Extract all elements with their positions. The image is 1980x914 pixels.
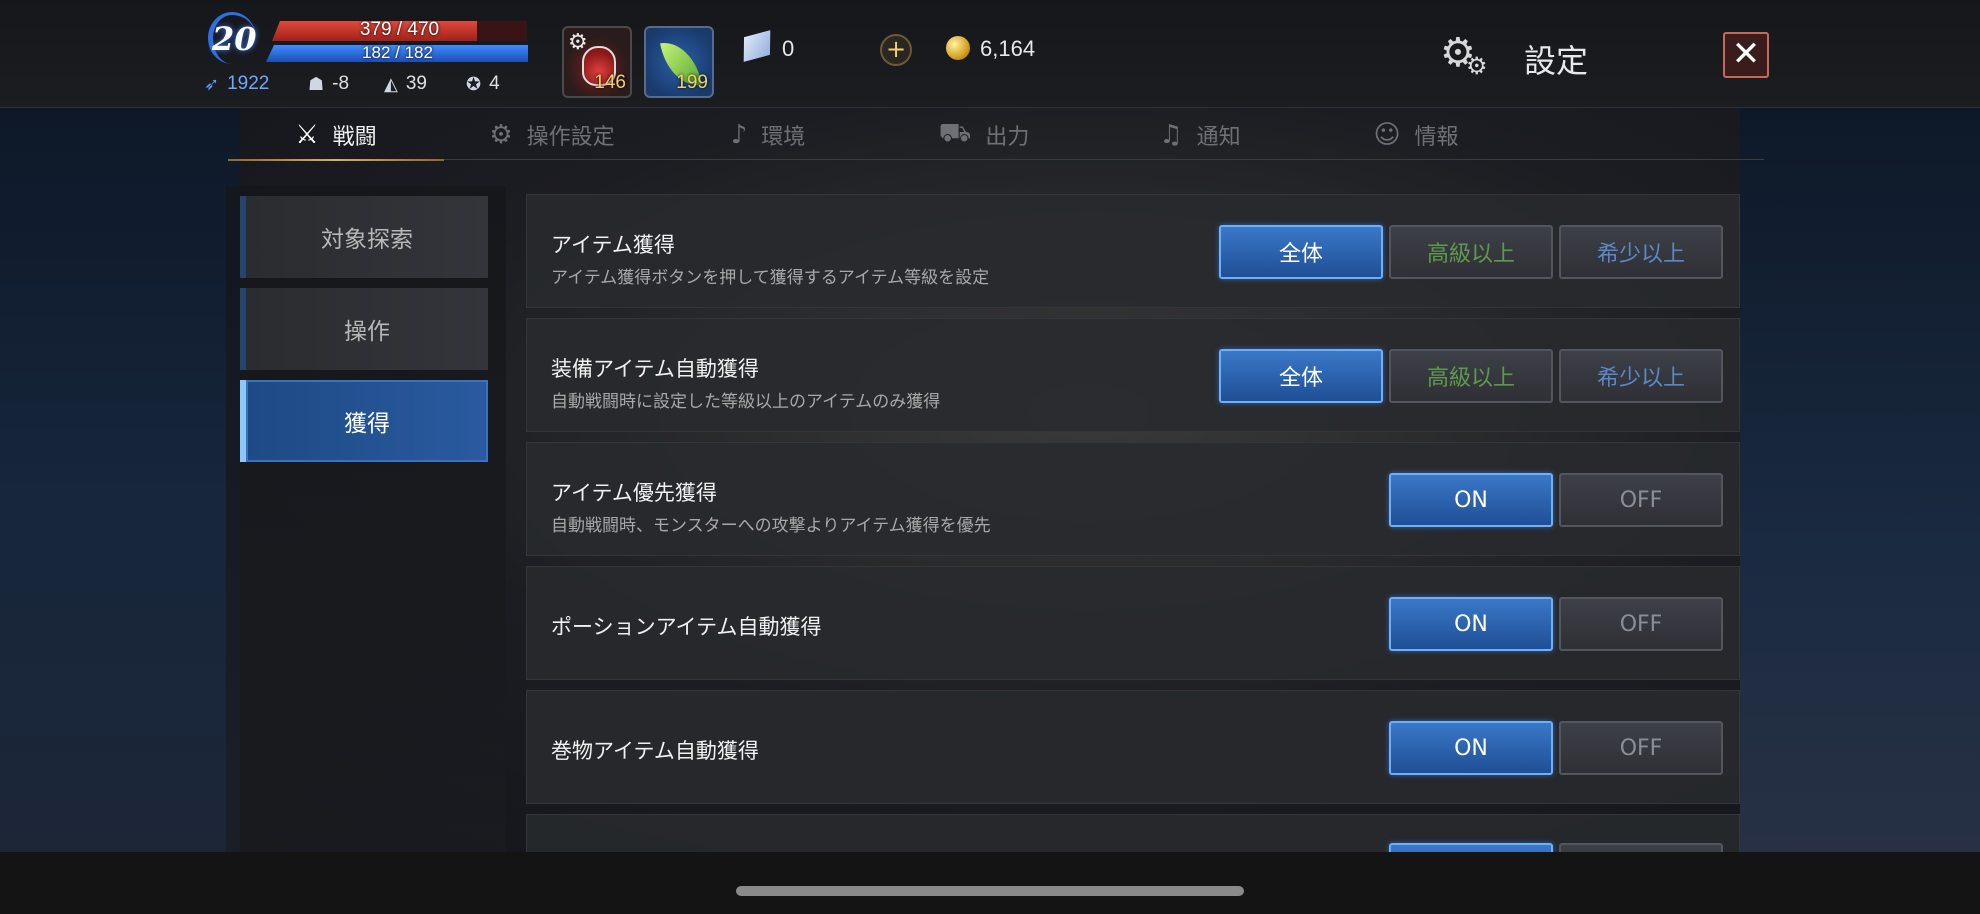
stat-evasion-value: 39: [405, 73, 427, 94]
stat-evasion: ◭ 39: [384, 72, 427, 96]
tab-notification[interactable]: ♫ 通知: [1092, 110, 1308, 160]
toggle-on-button[interactable]: [1389, 843, 1553, 852]
setting-title: 装備アイテム自動獲得: [551, 357, 759, 381]
tab-label: 情報: [1414, 125, 1459, 150]
toggle-off-button[interactable]: OFF: [1559, 597, 1723, 651]
toggle-on-button[interactable]: ON: [1389, 721, 1553, 775]
tab-label: 操作設定: [526, 125, 615, 150]
boot-icon: ◭: [384, 73, 398, 94]
gold-coin-icon: [946, 36, 970, 60]
hp-text: 379 / 470: [359, 19, 440, 40]
quick-slot-potion[interactable]: ⚙ 146: [562, 26, 632, 98]
option-all-button[interactable]: 全体: [1219, 225, 1383, 279]
sidebar-item-acquisition[interactable]: 獲得: [240, 380, 488, 462]
setting-row-scroll-auto: 巻物アイテム自動獲得 ON OFF: [526, 690, 1740, 804]
setting-row-potion-auto: ポーションアイテム自動獲得 ON OFF: [526, 566, 1740, 680]
tab-info[interactable]: ☺ 情報: [1308, 110, 1524, 160]
option-rare-button[interactable]: 希少以上: [1559, 225, 1723, 279]
page-title: 設定: [1524, 42, 1589, 80]
stat-reduction-value: 4: [489, 73, 500, 94]
quick-slot-leaf[interactable]: 199: [644, 26, 714, 98]
tab-label: 戦闘: [332, 125, 377, 150]
wing-icon: ➶: [204, 73, 220, 94]
option-advanced-button[interactable]: 高級以上: [1389, 225, 1553, 279]
player-hud: 20 379 / 470 182 / 182 ➶ 1922 ☗ -8 ◭ 39 …: [0, 0, 1980, 108]
tab-combat[interactable]: ⚔ 戦闘: [228, 110, 444, 161]
tab-controls[interactable]: ⚙ 操作設定: [444, 110, 660, 160]
tab-label: 通知: [1196, 125, 1241, 150]
setting-title: アイテム優先獲得: [551, 481, 717, 505]
setting-title: ポーションアイテム自動獲得: [551, 615, 822, 639]
sidebar-item-target-search[interactable]: 対象探索: [240, 196, 488, 278]
setting-row-item-priority: アイテム優先獲得 自動戦闘時、モンスターへの攻撃よりアイテム獲得を優先 ON O…: [526, 442, 1740, 556]
setting-row-equipment-auto: 装備アイテム自動獲得 自動戦闘時に設定した等級以上のアイテムのみ獲得 全体 高級…: [526, 318, 1740, 432]
gold-count: 6,164: [980, 36, 1036, 61]
crystal-count: 0: [782, 36, 795, 61]
settings-tabs: ⚔ 戦闘 ⚙ 操作設定 ♪ 環境 ⛟ 出力 ♫ 通知 ☺ 情報: [228, 110, 1764, 161]
tab-environment[interactable]: ♪ 環境: [660, 110, 876, 160]
setting-description: アイテム獲得ボタンを押して獲得するアイテム等級を設定: [551, 268, 990, 288]
stat-speed-value: 1922: [227, 73, 270, 94]
settings-gears-icon: ⚙ ⚙: [1440, 30, 1488, 80]
setting-row-partial: [526, 814, 1740, 852]
toggle-on-button[interactable]: ON: [1389, 473, 1553, 527]
option-all-button[interactable]: 全体: [1219, 349, 1383, 403]
setting-row-item-acquisition: アイテム獲得 アイテム獲得ボタンを押して獲得するアイテム等級を設定 全体 高級以…: [526, 194, 1740, 308]
user-info-icon: ☺: [1373, 120, 1401, 150]
stat-speed: ➶ 1922: [204, 72, 269, 96]
home-indicator[interactable]: [736, 886, 1244, 896]
stat-defense: ☗ -8: [308, 72, 349, 96]
potion-count: 146: [594, 72, 626, 93]
music-note-icon: ♪: [730, 120, 748, 150]
setting-description: 自動戦闘時、モンスターへの攻撃よりアイテム獲得を優先: [551, 516, 991, 536]
option-advanced-button[interactable]: 高級以上: [1389, 349, 1553, 403]
mp-text: 182 / 182: [362, 43, 433, 62]
stat-defense-value: -8: [332, 73, 350, 94]
tab-output[interactable]: ⛟ 出力: [876, 110, 1092, 160]
leaf-count: 199: [676, 72, 708, 93]
output-icon: ⛟: [938, 118, 972, 148]
bell-icon: ♫: [1159, 120, 1183, 150]
toggle-off-button[interactable]: [1559, 843, 1723, 852]
add-currency-button[interactable]: +: [880, 34, 912, 66]
tab-label: 出力: [985, 125, 1030, 150]
close-button[interactable]: ✕: [1723, 32, 1769, 78]
setting-title: アイテム獲得: [551, 233, 675, 257]
setting-title: 巻物アイテム自動獲得: [551, 739, 759, 763]
player-level: 20: [212, 20, 257, 58]
crossed-swords-icon: ⚔: [295, 120, 319, 150]
sidebar-item-operation[interactable]: 操作: [240, 288, 488, 370]
background-right: [1740, 0, 1980, 914]
side-menu-panel: [226, 186, 506, 852]
crystal-icon: [737, 30, 776, 62]
shield-icon: ✪: [466, 73, 482, 94]
helmet-icon: ☗: [308, 73, 325, 94]
tab-label: 環境: [761, 125, 806, 150]
toggle-off-button[interactable]: OFF: [1559, 721, 1723, 775]
bottom-bar: [0, 852, 1980, 914]
toggle-on-button[interactable]: ON: [1389, 597, 1553, 651]
background-left: [0, 0, 240, 914]
stat-reduction: ✪ 4: [466, 72, 500, 96]
gear-icon: ⚙: [489, 120, 513, 150]
toggle-off-button[interactable]: OFF: [1559, 473, 1723, 527]
option-rare-button[interactable]: 希少以上: [1559, 349, 1723, 403]
setting-description: 自動戦闘時に設定した等級以上のアイテムのみ獲得: [551, 392, 941, 412]
settings-list: アイテム獲得 アイテム獲得ボタンを押して獲得するアイテム等級を設定 全体 高級以…: [518, 186, 1754, 852]
